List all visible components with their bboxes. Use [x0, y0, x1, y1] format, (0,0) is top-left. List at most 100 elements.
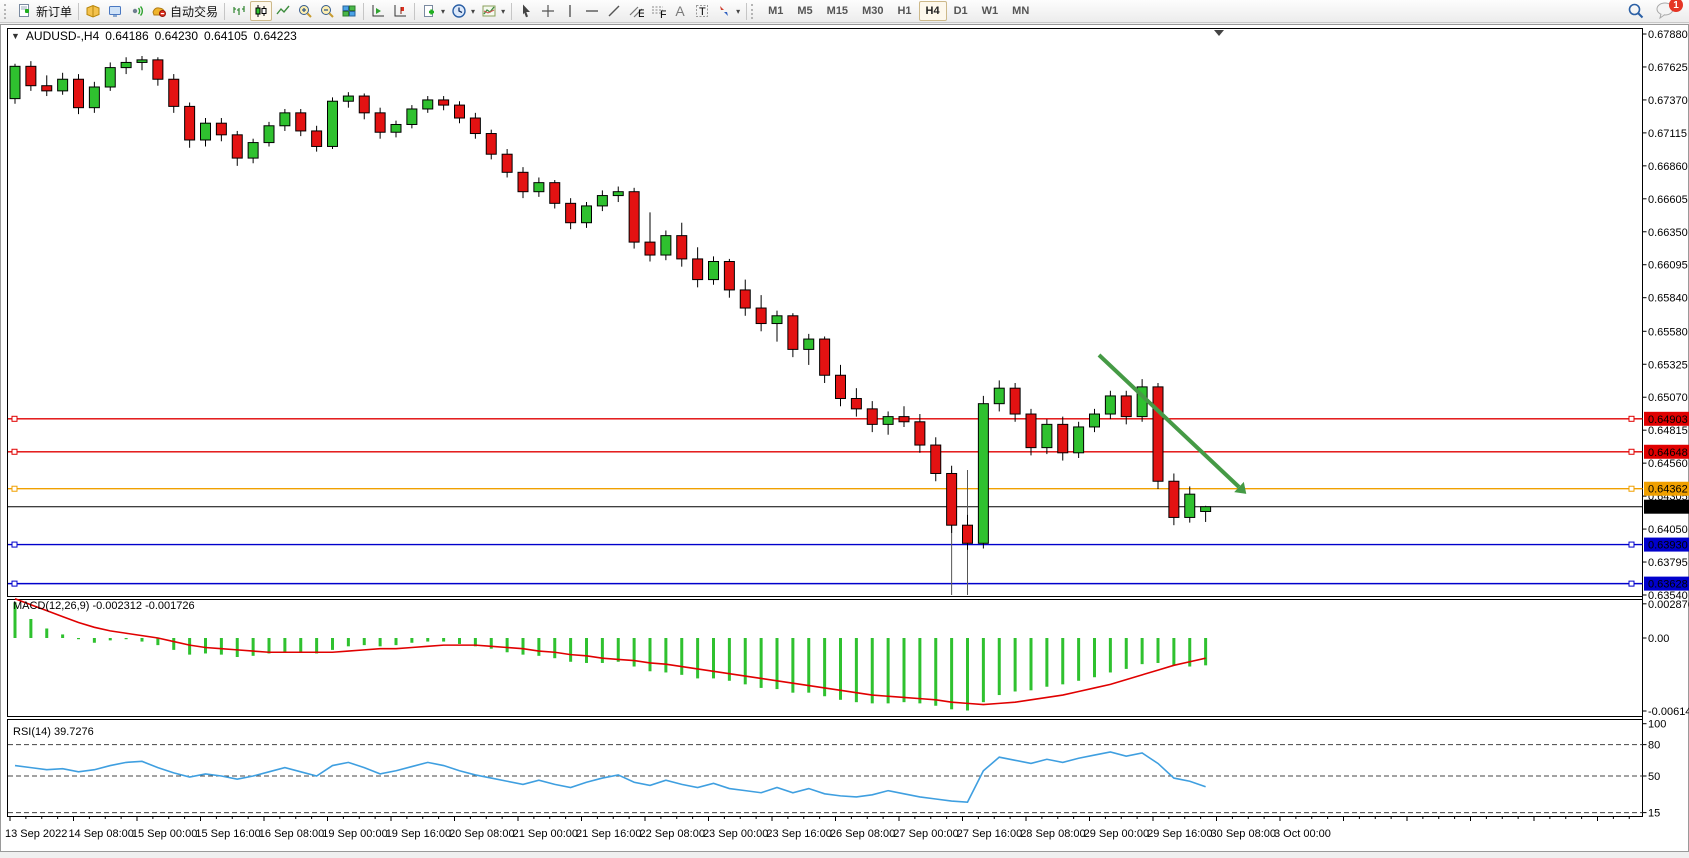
indicators-caret-icon: ▾	[501, 7, 505, 16]
hline-handle[interactable]	[1629, 416, 1634, 421]
trendline-button[interactable]	[603, 1, 625, 21]
hline-handle[interactable]	[12, 581, 17, 586]
candle-body	[1074, 427, 1084, 453]
macd-histogram-bar	[633, 638, 636, 667]
candle-body	[201, 123, 211, 140]
candle-body	[931, 445, 941, 473]
candle-body	[1185, 494, 1195, 517]
fibonacci-button[interactable]: F	[647, 1, 669, 21]
candle-body	[661, 236, 671, 255]
macd-tick-label: 0.002876	[1648, 599, 1689, 611]
macd-histogram-bar	[871, 638, 874, 703]
hline-handle[interactable]	[12, 486, 17, 491]
time-axis-label: 23 Sep 16:00	[766, 828, 831, 840]
data-window-button[interactable]	[104, 1, 126, 21]
arrows-button[interactable]: ▾	[713, 1, 743, 21]
time-axis-label: 13 Sep 2022	[5, 828, 67, 840]
autotrading-button[interactable]: 自动交易	[148, 1, 221, 21]
templates-button[interactable]: ▾	[418, 1, 448, 21]
horizontal-line-icon	[584, 3, 600, 19]
arrows-caret-icon: ▾	[736, 7, 740, 16]
macd-histogram-bar	[77, 638, 80, 639]
rsi-tick-label: 100	[1648, 719, 1666, 731]
ohlc-low: 0.64105	[204, 29, 247, 43]
price-line-box-label: 0.64362	[1648, 484, 1688, 496]
timeframe-toolbar-grip[interactable]	[751, 4, 758, 19]
symbol-dropdown-icon[interactable]: ▼	[11, 31, 20, 41]
toolbar: 新订单 自动交易 ▾ ▾	[0, 0, 1689, 23]
auto-scroll-button[interactable]	[367, 1, 389, 21]
candle-body	[1169, 481, 1179, 517]
timeframe-button-d1[interactable]: D1	[947, 1, 975, 21]
macd-histogram-bar	[458, 638, 461, 644]
macd-histogram-bar	[442, 638, 445, 642]
timeframe-button-m15[interactable]: M15	[820, 1, 855, 21]
chart-canvas[interactable]: 0.678800.676250.673700.671150.668600.666…	[1, 25, 1689, 853]
candle-body	[486, 134, 496, 155]
vertical-line-button[interactable]	[559, 1, 581, 21]
text-label-button[interactable]: T	[691, 1, 713, 21]
macd-histogram-bar	[506, 638, 509, 652]
cursor-button[interactable]	[515, 1, 537, 21]
toolbar-grip[interactable]	[4, 4, 11, 19]
zoom-out-button[interactable]	[316, 1, 338, 21]
macd-histogram-bar	[982, 638, 985, 702]
chart-shift-button[interactable]	[389, 1, 411, 21]
macd-histogram-bar	[585, 638, 588, 663]
search-icon[interactable]	[1627, 2, 1645, 20]
macd-histogram-bar	[712, 638, 715, 678]
main-panel[interactable]	[8, 29, 1643, 597]
candlestick-chart-button[interactable]	[250, 1, 272, 21]
text-label-icon: T	[694, 3, 710, 19]
candle-body	[169, 79, 179, 106]
signals-button[interactable]	[126, 1, 148, 21]
macd-histogram-bar	[1093, 638, 1096, 677]
candle-body	[804, 339, 814, 349]
crosshair-button[interactable]	[537, 1, 559, 21]
candle-body	[89, 87, 99, 108]
time-axis-label: 29 Sep 16:00	[1147, 828, 1212, 840]
macd-tick-label: -0.006142	[1648, 706, 1689, 718]
macd-histogram-bar	[299, 638, 302, 652]
timeframe-button-h1[interactable]: H1	[890, 1, 918, 21]
horizontal-line-button[interactable]	[581, 1, 603, 21]
hline-handle[interactable]	[12, 542, 17, 547]
candle-body	[1026, 414, 1036, 448]
timeframe-button-m30[interactable]: M30	[855, 1, 890, 21]
macd-histogram-bar	[410, 638, 413, 643]
hline-handle[interactable]	[1629, 581, 1634, 586]
hline-handle[interactable]	[12, 416, 17, 421]
ohlc-open: 0.64186	[105, 29, 148, 43]
periods-button[interactable]: ▾	[448, 1, 478, 21]
zoom-in-button[interactable]	[294, 1, 316, 21]
timeframe-button-m1[interactable]: M1	[761, 1, 790, 21]
time-axis-label: 14 Sep 08:00	[68, 828, 133, 840]
timeframe-button-m5[interactable]: M5	[790, 1, 819, 21]
time-axis-label: 15 Sep 00:00	[132, 828, 197, 840]
price-tick-label: 0.64815	[1648, 425, 1688, 437]
hline-handle[interactable]	[1629, 486, 1634, 491]
rsi-panel[interactable]	[8, 720, 1643, 817]
hline-handle[interactable]	[1629, 449, 1634, 454]
timeframe-button-h4[interactable]: H4	[919, 1, 947, 21]
hline-handle[interactable]	[12, 449, 17, 454]
candle-body	[391, 124, 401, 132]
bar-chart-button[interactable]	[228, 1, 250, 21]
rsi-header: RSI(14) 39.7276	[13, 726, 94, 738]
bar-chart-icon	[231, 3, 247, 19]
timeframe-button-mn[interactable]: MN	[1005, 1, 1036, 21]
time-axis-label: 21 Sep 00:00	[513, 828, 578, 840]
notifications-button[interactable]: 1	[1655, 1, 1679, 21]
cursor-icon	[518, 3, 534, 19]
new-order-button[interactable]: 新订单	[14, 1, 75, 21]
tile-windows-button[interactable]	[338, 1, 360, 21]
market-watch-button[interactable]	[82, 1, 104, 21]
line-chart-button[interactable]	[272, 1, 294, 21]
macd-histogram-bar	[696, 638, 699, 678]
hline-handle[interactable]	[1629, 542, 1634, 547]
timeframe-button-w1[interactable]: W1	[975, 1, 1006, 21]
indicators-button[interactable]: ▾	[478, 1, 508, 21]
equidistant-channel-button[interactable]: E	[625, 1, 647, 21]
candle-body	[740, 290, 750, 308]
text-button[interactable]: A	[669, 1, 691, 21]
